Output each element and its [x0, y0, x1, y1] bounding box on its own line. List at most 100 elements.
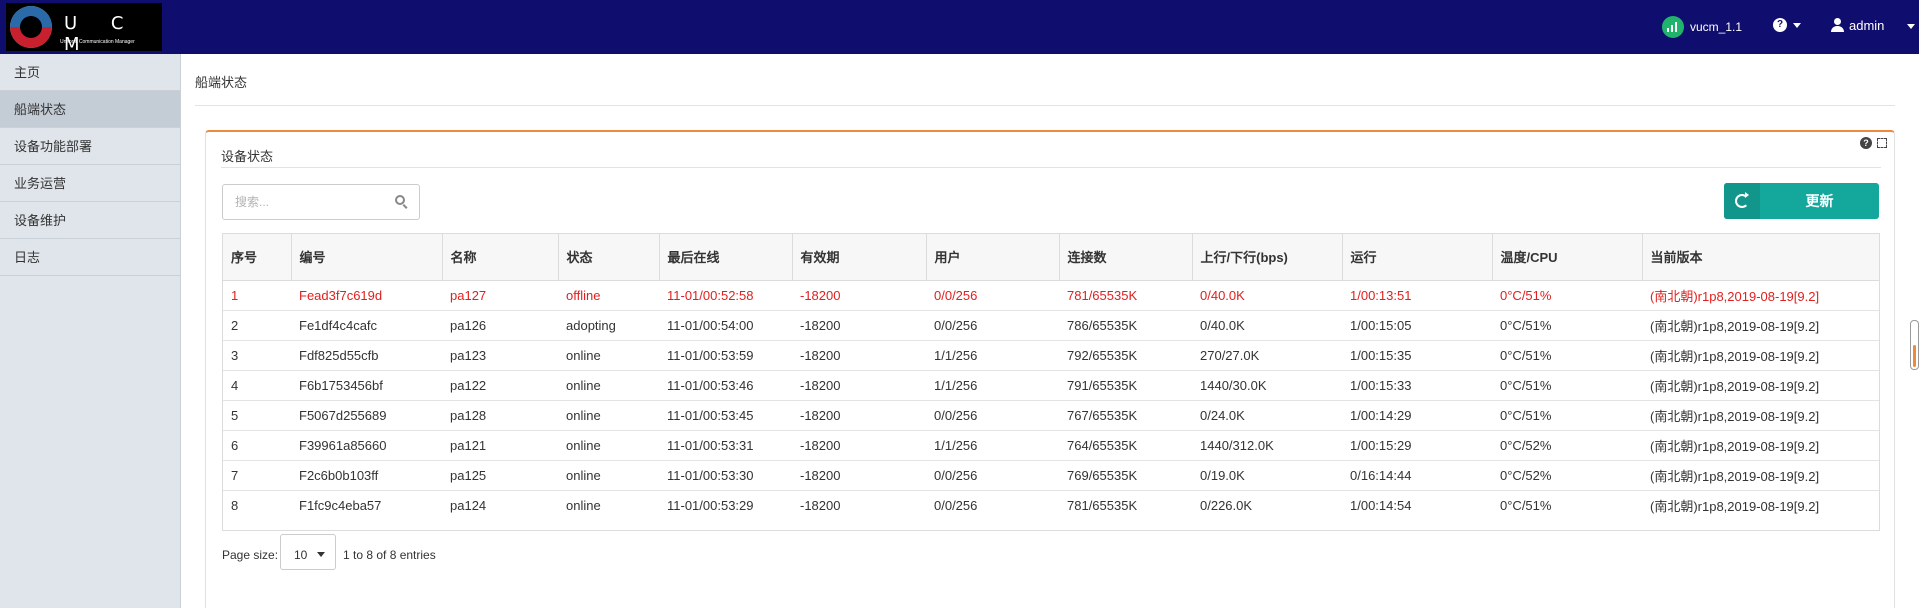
sidebar-item-device-deployment[interactable]: 设备功能部署 [0, 128, 180, 165]
table-cell: -18200 [792, 460, 926, 491]
table-cell: F2c6b0b103ff [291, 460, 442, 491]
table-cell: offline [558, 280, 659, 311]
sidebar-item-logs[interactable]: 日志 [0, 239, 180, 276]
table-cell: (南北朝)r1p8,2019-08-19[9.2] [1642, 460, 1879, 491]
table-cell: 0/19.0K [1192, 460, 1342, 491]
refresh-label: 更新 [1805, 193, 1834, 209]
ucm-logo[interactable]: U C M Uniform Communication Manager [6, 3, 162, 55]
table-row[interactable]: 1 Fead3f7c619d pa127 offline 11-01/00:52:58-… [223, 280, 1879, 311]
table-cell: 767/65535K [1059, 400, 1192, 431]
table-cell: 0°C/51% [1492, 370, 1642, 401]
table-cell: 769/65535K [1059, 460, 1192, 491]
table-cell: 8 [231, 497, 239, 513]
table-row[interactable]: 4 F6b1753456bf pa122 online 11-01/00:53:46 -1… [223, 370, 1879, 401]
column-header[interactable]: 运行 [1342, 234, 1493, 281]
table-row[interactable]: 2 Fe1df4c4cafc pa126 adopting 11-01/00:54:00… [223, 310, 1879, 341]
page-size-label: Page size: [222, 548, 279, 562]
table-cell: 4 [223, 370, 291, 401]
column-header[interactable]: 温度/CPU [1492, 234, 1643, 281]
top-bar: U C M Uniform Communication Manager vucm… [0, 0, 1919, 55]
table-cell: 3 [223, 340, 291, 371]
table-cell: adopting [558, 310, 659, 341]
table-cell: Fead3f7c619d [291, 280, 442, 311]
table-cell: 1/1/256 [926, 370, 1059, 401]
fullscreen-icon[interactable] [1877, 138, 1887, 148]
table-cell: 764/65535K [1059, 430, 1192, 461]
column-header[interactable]: 上行/下行(bps) [1192, 234, 1343, 281]
table-row[interactable]: 3 Fdf825d55cfb pa123 online 11-01/00:53:59 -1… [223, 340, 1879, 371]
table-cell: 1/1/256 [926, 430, 1059, 461]
column-header[interactable]: 名称 [442, 234, 559, 281]
sidebar: 主页 船端状态 设备功能部署 业务运营 设备维护 日志 [0, 54, 181, 608]
table-cell: 0/0/256 [926, 310, 1059, 341]
column-header[interactable]: 当前版本 [1642, 234, 1879, 281]
table-cell: online [566, 497, 601, 513]
table-cell: 792/65535K [1059, 340, 1192, 371]
table-cell: 11-01/00:54:00 [659, 310, 792, 341]
user-menu-button[interactable]: admin [1831, 16, 1917, 36]
sidebar-item-ship-status[interactable]: 船端状态 [0, 91, 180, 128]
search-input[interactable] [235, 194, 385, 210]
table-cell: 6 [223, 430, 291, 461]
divider [221, 167, 1881, 168]
search-icon[interactable] [395, 195, 409, 209]
help-menu-button[interactable]: ? [1773, 18, 1803, 36]
device-status-panel: 设备状态 ? 更新 序号 编号 名称 状态 最后在线 [205, 130, 1895, 608]
user-label: admin [1849, 18, 1885, 33]
table-cell: 11-01/00:52:58 [659, 280, 792, 311]
sidebar-item-operations[interactable]: 业务运营 [0, 165, 180, 202]
sidebar-item-device-maintenance[interactable]: 设备维护 [0, 202, 180, 239]
table-cell: 1/00:15:33 [1342, 370, 1492, 401]
table-cell: 1/00:14:54 [1350, 497, 1412, 513]
table-cell: pa126 [442, 310, 558, 341]
table-cell: 0°C/51% [1492, 400, 1642, 431]
search-box[interactable] [222, 184, 420, 220]
table-row[interactable]: 7 F2c6b0b103ff pa125 online 11-01/00:53:30 -1… [223, 460, 1879, 491]
table-cell: 5 [223, 400, 291, 431]
table-cell: 11-01/00:53:59 [659, 340, 792, 371]
scrollbar[interactable] [1910, 320, 1919, 370]
table-cell: pa125 [442, 460, 558, 491]
table-row[interactable]: 8 F1fc9c4eba57 pa124 online 11-01/00:53:29 -1… [223, 490, 1879, 520]
page-size-select[interactable]: 10 [280, 534, 336, 570]
signal-icon [1662, 16, 1684, 38]
help-icon[interactable]: ? [1860, 137, 1872, 149]
table-cell: -18200 [792, 280, 926, 311]
table-cell: online [558, 340, 659, 371]
network-status[interactable]: vucm_1.1 [1662, 16, 1782, 38]
column-header[interactable]: 状态 [558, 234, 660, 281]
table-cell: -18200 [792, 340, 926, 371]
column-header[interactable]: 最后在线 [659, 234, 793, 281]
table-cell: 0°C/51% [1500, 497, 1552, 513]
table-cell: (南北朝)r1p8,2019-08-19[9.2] [1642, 340, 1879, 371]
table-cell: -18200 [792, 310, 926, 341]
table-cell: (南北朝)r1p8,2019-08-19[9.2] [1642, 280, 1879, 311]
chevron-down-icon [1907, 24, 1915, 29]
table-cell: (南北朝)r1p8,2019-08-19[9.2] [1642, 430, 1879, 461]
column-header[interactable]: 序号 [223, 234, 292, 281]
table-row[interactable]: 6 F39961a85660 pa121 online 11-01/00:53:31 -1… [223, 430, 1879, 461]
column-header[interactable]: 用户 [926, 234, 1060, 281]
refresh-button[interactable]: 更新 [1724, 183, 1879, 219]
table-cell: 0/40.0K [1192, 280, 1342, 311]
column-header[interactable]: 有效期 [792, 234, 927, 281]
table-cell: 1/00:15:35 [1342, 340, 1492, 371]
column-header[interactable]: 连接数 [1059, 234, 1193, 281]
logo-subtitle: Uniform Communication Manager [60, 39, 135, 45]
table-cell: -18200 [792, 400, 926, 431]
table-cell: pa124 [450, 497, 487, 513]
table-row[interactable]: 5 F5067d255689 pa128 online 11-01/00:53:45 -1… [223, 400, 1879, 431]
table-cell: F5067d255689 [291, 400, 442, 431]
panel-title: 设备状态 [221, 149, 274, 164]
table-cell: online [558, 460, 659, 491]
table-cell: 7 [223, 460, 291, 491]
table-cell: 0°C/51% [1492, 340, 1642, 371]
table-cell: 1440/30.0K [1192, 370, 1342, 401]
sidebar-item-home[interactable]: 主页 [0, 54, 180, 91]
table-cell: 791/65535K [1059, 370, 1192, 401]
column-header[interactable]: 编号 [291, 234, 443, 281]
table-cell: Fe1df4c4cafc [291, 310, 442, 341]
table-cell: 0/0/256 [934, 497, 978, 513]
table-cell: 0/0/256 [926, 460, 1059, 491]
table-cell: Fdf825d55cfb [291, 340, 442, 371]
